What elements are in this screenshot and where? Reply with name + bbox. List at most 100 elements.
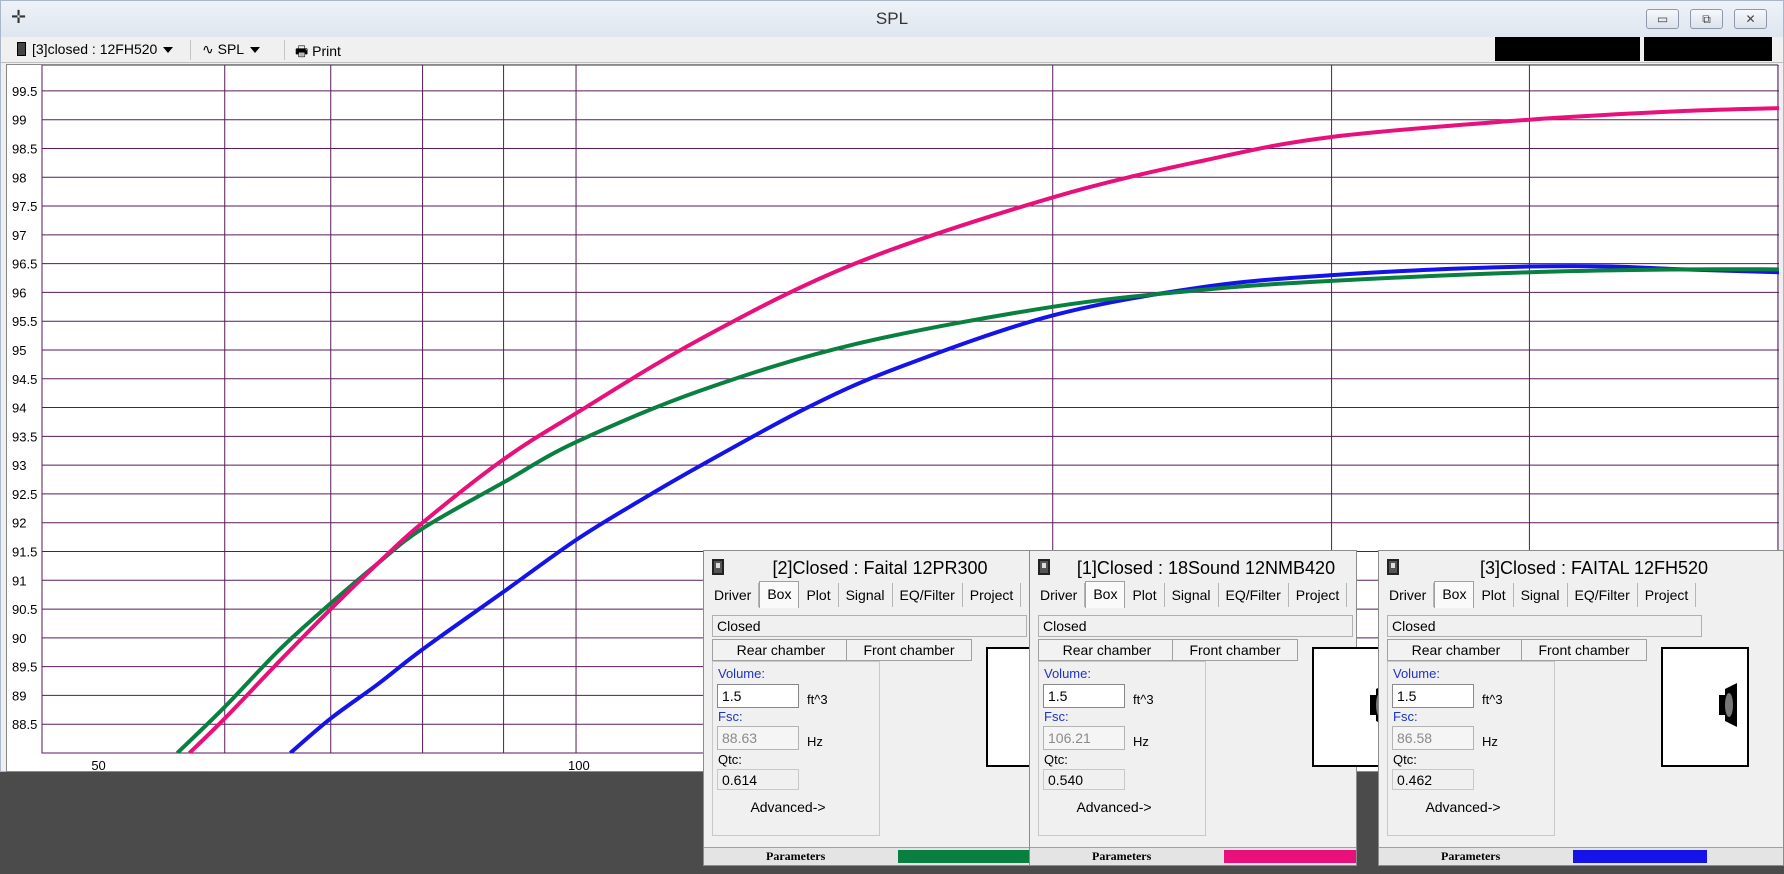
panel-title-bar[interactable]: [2]Closed : Faital 12PR300 — [704, 551, 1030, 583]
panel-title: [3]Closed : FAITAL 12FH520 — [1479, 558, 1709, 578]
chevron-down-icon — [250, 47, 261, 54]
speaker-icon — [1387, 559, 1399, 575]
tab-plot[interactable]: Plot — [1474, 583, 1514, 607]
advanced-button[interactable]: Advanced-> — [1408, 797, 1518, 819]
restore-icon: ⧉ — [1702, 12, 1711, 26]
fsc-field: 88.63 — [717, 726, 799, 750]
front-chamber-button[interactable]: Front chamber — [1172, 639, 1298, 661]
enclosure-type-field[interactable]: Closed — [1387, 615, 1702, 637]
tab-project[interactable]: Project — [1289, 583, 1348, 607]
minimize-button[interactable]: ▭ — [1646, 9, 1679, 29]
front-chamber-button[interactable]: Front chamber — [846, 639, 972, 661]
panel-tabs: Driver Box Plot Signal EQ/Filter Project — [1033, 581, 1348, 609]
plot-select-label: SPL — [217, 41, 245, 57]
driver-select-label: [3]closed : 12FH520 — [32, 41, 158, 57]
volume-input[interactable]: 1.5 — [1392, 684, 1474, 708]
y-tick-label: 90.5 — [12, 602, 37, 617]
enclosure-type-field[interactable]: Closed — [712, 615, 1027, 637]
rear-chamber-button[interactable]: Rear chamber — [712, 639, 850, 661]
volume-label: Volume: — [1044, 666, 1091, 681]
y-tick-label: 90 — [12, 631, 26, 646]
tab-driver[interactable]: Driver — [707, 583, 760, 607]
y-tick-label: 96 — [12, 285, 26, 300]
rear-chamber-button[interactable]: Rear chamber — [1387, 639, 1525, 661]
fsc-unit: Hz — [807, 734, 823, 749]
tab-plot[interactable]: Plot — [1125, 583, 1165, 607]
tab-driver[interactable]: Driver — [1382, 583, 1435, 607]
y-tick-label: 95.5 — [12, 314, 37, 329]
y-tick-label: 93.5 — [12, 429, 37, 444]
volume-unit: ft^3 — [1482, 692, 1503, 707]
y-tick-label: 98 — [12, 170, 26, 185]
advanced-button[interactable]: Advanced-> — [1059, 797, 1169, 819]
enclosure-type-field[interactable]: Closed — [1038, 615, 1353, 637]
series-color-swatch — [1224, 850, 1356, 863]
tab-eqfilter[interactable]: EQ/Filter — [893, 583, 963, 607]
y-tick-label: 98.5 — [12, 141, 37, 156]
volume-label: Volume: — [718, 666, 765, 681]
tab-signal[interactable]: Signal — [839, 583, 893, 607]
box-params-group: Volume: 1.5 ft^3 Fsc: 106.21 Hz Qtc: 0.540 Advan… — [1038, 661, 1206, 836]
status-label: Parameters — [766, 849, 826, 863]
print-button[interactable]: 🖶 Print — [295, 41, 341, 65]
status-label: Parameters — [1441, 849, 1501, 863]
panel-title-bar[interactable]: [3]Closed : FAITAL 12FH520 — [1379, 551, 1783, 583]
title-bar[interactable]: ✛ SPL ▭ ⧉ ✕ — [1, 1, 1783, 37]
y-tick-label: 93 — [12, 458, 26, 473]
close-button[interactable]: ✕ — [1734, 9, 1767, 29]
tab-eqfilter[interactable]: EQ/Filter — [1568, 583, 1638, 607]
restore-button[interactable]: ⧉ — [1690, 9, 1723, 29]
panel-title: [1]Closed : 18Sound 12NMB420 — [1076, 558, 1336, 578]
chevron-down-icon — [163, 47, 174, 54]
readout-box-left — [1495, 37, 1640, 61]
waveform-icon: ∿ — [202, 41, 214, 57]
y-tick-label: 91 — [12, 573, 26, 588]
y-tick-label: 89 — [12, 688, 26, 703]
readout-box-right — [1644, 37, 1772, 61]
advanced-button[interactable]: Advanced-> — [733, 797, 843, 819]
tab-eqfilter[interactable]: EQ/Filter — [1219, 583, 1289, 607]
y-tick-label: 92.5 — [12, 487, 37, 502]
panel-status-bar: Parameters — [1379, 847, 1783, 865]
printer-icon: 🖶 — [295, 43, 309, 59]
rear-chamber-button[interactable]: Rear chamber — [1038, 639, 1176, 661]
front-chamber-button[interactable]: Front chamber — [1521, 639, 1647, 661]
fsc-field: 86.58 — [1392, 726, 1474, 750]
volume-unit: ft^3 — [807, 692, 828, 707]
tab-plot[interactable]: Plot — [799, 583, 839, 607]
print-label: Print — [312, 43, 341, 59]
panel-tabs: Driver Box Plot Signal EQ/Filter Project — [707, 581, 1022, 609]
volume-unit: ft^3 — [1133, 692, 1154, 707]
y-tick-label: 99.5 — [12, 84, 37, 99]
fsc-label: Fsc: — [1393, 709, 1418, 724]
fsc-unit: Hz — [1482, 734, 1498, 749]
plot-select[interactable]: ∿ SPL — [202, 41, 261, 58]
enclosure-preview — [1661, 647, 1749, 767]
y-tick-label: 91.5 — [12, 544, 37, 559]
volume-input[interactable]: 1.5 — [1043, 684, 1125, 708]
tab-box[interactable]: Box — [1085, 581, 1126, 608]
qtc-label: Qtc: — [1393, 752, 1417, 767]
qtc-field: 0.540 — [1043, 769, 1125, 790]
tab-project[interactable]: Project — [963, 583, 1022, 607]
tab-signal[interactable]: Signal — [1514, 583, 1568, 607]
panel-title-bar[interactable]: [1]Closed : 18Sound 12NMB420 — [1030, 551, 1356, 583]
tab-signal[interactable]: Signal — [1165, 583, 1219, 607]
y-tick-label: 95 — [12, 343, 26, 358]
fsc-label: Fsc: — [718, 709, 743, 724]
y-tick-label: 99 — [12, 113, 26, 128]
tab-box[interactable]: Box — [1434, 581, 1475, 608]
tab-box[interactable]: Box — [759, 581, 800, 608]
y-tick-label: 97.5 — [12, 199, 37, 214]
window-title: SPL — [875, 9, 909, 28]
box-tab-body: Closed Rear chamber Front chamber Volume: 1.… — [712, 615, 1027, 836]
speaker-icon — [1038, 559, 1050, 575]
panel-status-bar: Parameters — [1030, 847, 1356, 865]
driver-select[interactable]: [3]closed : 12FH520 — [17, 41, 174, 57]
volume-input[interactable]: 1.5 — [717, 684, 799, 708]
qtc-field: 0.614 — [717, 769, 799, 790]
panel-title: [2]Closed : Faital 12PR300 — [772, 558, 988, 578]
tab-project[interactable]: Project — [1638, 583, 1697, 607]
y-tick-label: 97 — [12, 228, 26, 243]
tab-driver[interactable]: Driver — [1033, 583, 1086, 607]
